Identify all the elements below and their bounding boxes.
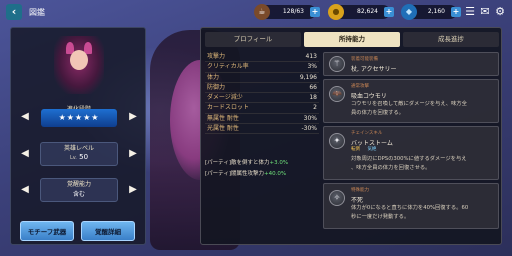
bat-icon: 🦇 [329,86,345,102]
gear-icon[interactable]: ⚙ [492,4,508,20]
stat-row: 体力 9,196 [205,73,319,83]
skill-card-chain[interactable]: ✦ チェインスキル バットストーム 転倒 気絶 対象周辺にDPSの300%に値す… [323,126,499,180]
skill-desc-line2: 秒に一度だけ発動する。 [351,214,410,220]
list-icon[interactable]: ☰ [462,4,478,20]
stamina-counter[interactable]: ☕ 128/63 + [254,4,320,20]
stat-row: 防御力 66 [205,83,319,94]
page-title: 図鑑 [29,8,45,17]
hero-face [70,50,88,70]
stat-row: クリティカル率 3% [205,62,319,73]
hero-panel: 進化段階 ◀ ★★★★★ ▶ 英雄レベル Lv. 50 ◀ ▶ 覚醒能力 含む … [10,27,146,245]
party-bonus-1: [パーティ]敵を倒すと体力+3.0% [205,160,289,166]
gold-value: 82,624 [357,8,378,15]
skill-tags: 転倒 気絶 [351,146,376,152]
level-prev-arrow-icon[interactable]: ◀ [19,147,31,161]
tab-growth[interactable]: 成長進捗 [403,32,499,47]
evolution-stars: ★★★★★ [41,109,117,127]
stat-row: カードスロット 2 [205,103,319,114]
evolution-prev-arrow-icon[interactable]: ◀ [19,110,31,124]
top-bar: ‹ 図鑑 ☕ 128/63 + ● 82,624 + ◆ 2,160 + ☰ ✉… [0,0,512,24]
skill-heading: 通常攻撃 [351,84,369,89]
motif-weapon-button[interactable]: モチーフ武器 [20,221,74,241]
skill-name: 吸血コウモリ [351,93,387,100]
tag-topple: 転倒 [351,147,360,152]
skill-card-normal[interactable]: 🦇 通常攻撃 吸血コウモリ コウモリを召喚して敵にダメージを与え、味方全 員の体… [323,79,499,123]
equipment-name: 杖, アクセサリー [351,66,397,73]
awaken-detail-button[interactable]: 覚醒詳細 [81,221,135,241]
skill-desc-line2: 員の体力を回復する。 [351,110,404,116]
party-bonus-2: [パーティ]闇属性攻撃力+40.0% [205,171,287,177]
gold-coin-icon: ● [328,4,344,20]
stats-table: 攻撃力 413 クリティカル率 3% 体力 9,196 防御力 66 ダメージ減少 18 … [205,52,319,135]
skill-name: 不死 [351,197,364,204]
ability-panel: プロフィール 所持能力 成長進捗 攻撃力 413 クリティカル率 3% 体力 9,19… [200,27,502,245]
add-gold-button[interactable]: + [384,7,394,17]
stat-row: 無属性 耐性 30% [205,114,319,125]
gold-counter[interactable]: ● 82,624 + [328,4,394,20]
skill-desc-line1: コウモリを召喚して敵にダメージを与え、味方全 [351,101,467,107]
tab-abilities[interactable]: 所持能力 [304,32,400,47]
skill-heading: 特殊能力 [351,188,369,193]
level-value: 50 [79,153,89,161]
level-next-arrow-icon[interactable]: ▶ [127,147,139,161]
mail-icon[interactable]: ✉ [477,4,493,20]
add-gem-button[interactable]: + [451,7,461,17]
gem-value: 2,160 [427,8,445,15]
back-arrow-icon[interactable]: ‹ [6,4,22,20]
hero-portrait [54,36,104,94]
stat-row: 攻撃力 413 [205,52,319,63]
awaken-next-arrow-icon[interactable]: ▶ [127,183,139,197]
stat-row: ダメージ減少 18 [205,93,319,104]
skill-desc-line2: 、味方全員の体力を回復させる。 [351,165,431,171]
skill-heading: チェインスキル [351,131,383,136]
tag-stun: 気絶 [367,147,377,152]
coffee-icon: ☕ [254,4,270,20]
stat-row: 光属性 耐性 -30% [205,124,319,135]
skill-desc-line1: 体力が0になると直ちに体力を40%回復する。60 [351,205,469,211]
diamond-icon: ◆ [401,4,417,20]
awaken-prev-arrow-icon[interactable]: ◀ [19,183,31,197]
skill-card-special[interactable]: ✧ 特殊能力 不死 体力が0になると直ちに体力を40%回復する。60 秒に一度だ… [323,183,499,229]
skill-desc-line1: 対象周辺にDPSの300%に値するダメージを与え [351,156,467,162]
level-prefix: Lv. [69,155,77,161]
chain-icon: ✦ [329,133,345,149]
evolution-next-arrow-icon[interactable]: ▶ [127,110,139,124]
claw-icon: ✧ [329,190,345,206]
stamina-value: 128/63 [282,8,304,15]
equipment-card: ⚚ 装着可能装備 杖, アクセサリー [323,52,499,76]
add-stamina-button[interactable]: + [310,7,320,17]
staff-icon: ⚚ [329,56,345,72]
gem-counter[interactable]: ◆ 2,160 + [401,4,461,20]
tab-profile[interactable]: プロフィール [205,32,301,47]
equipment-heading: 装着可能装備 [351,57,378,62]
